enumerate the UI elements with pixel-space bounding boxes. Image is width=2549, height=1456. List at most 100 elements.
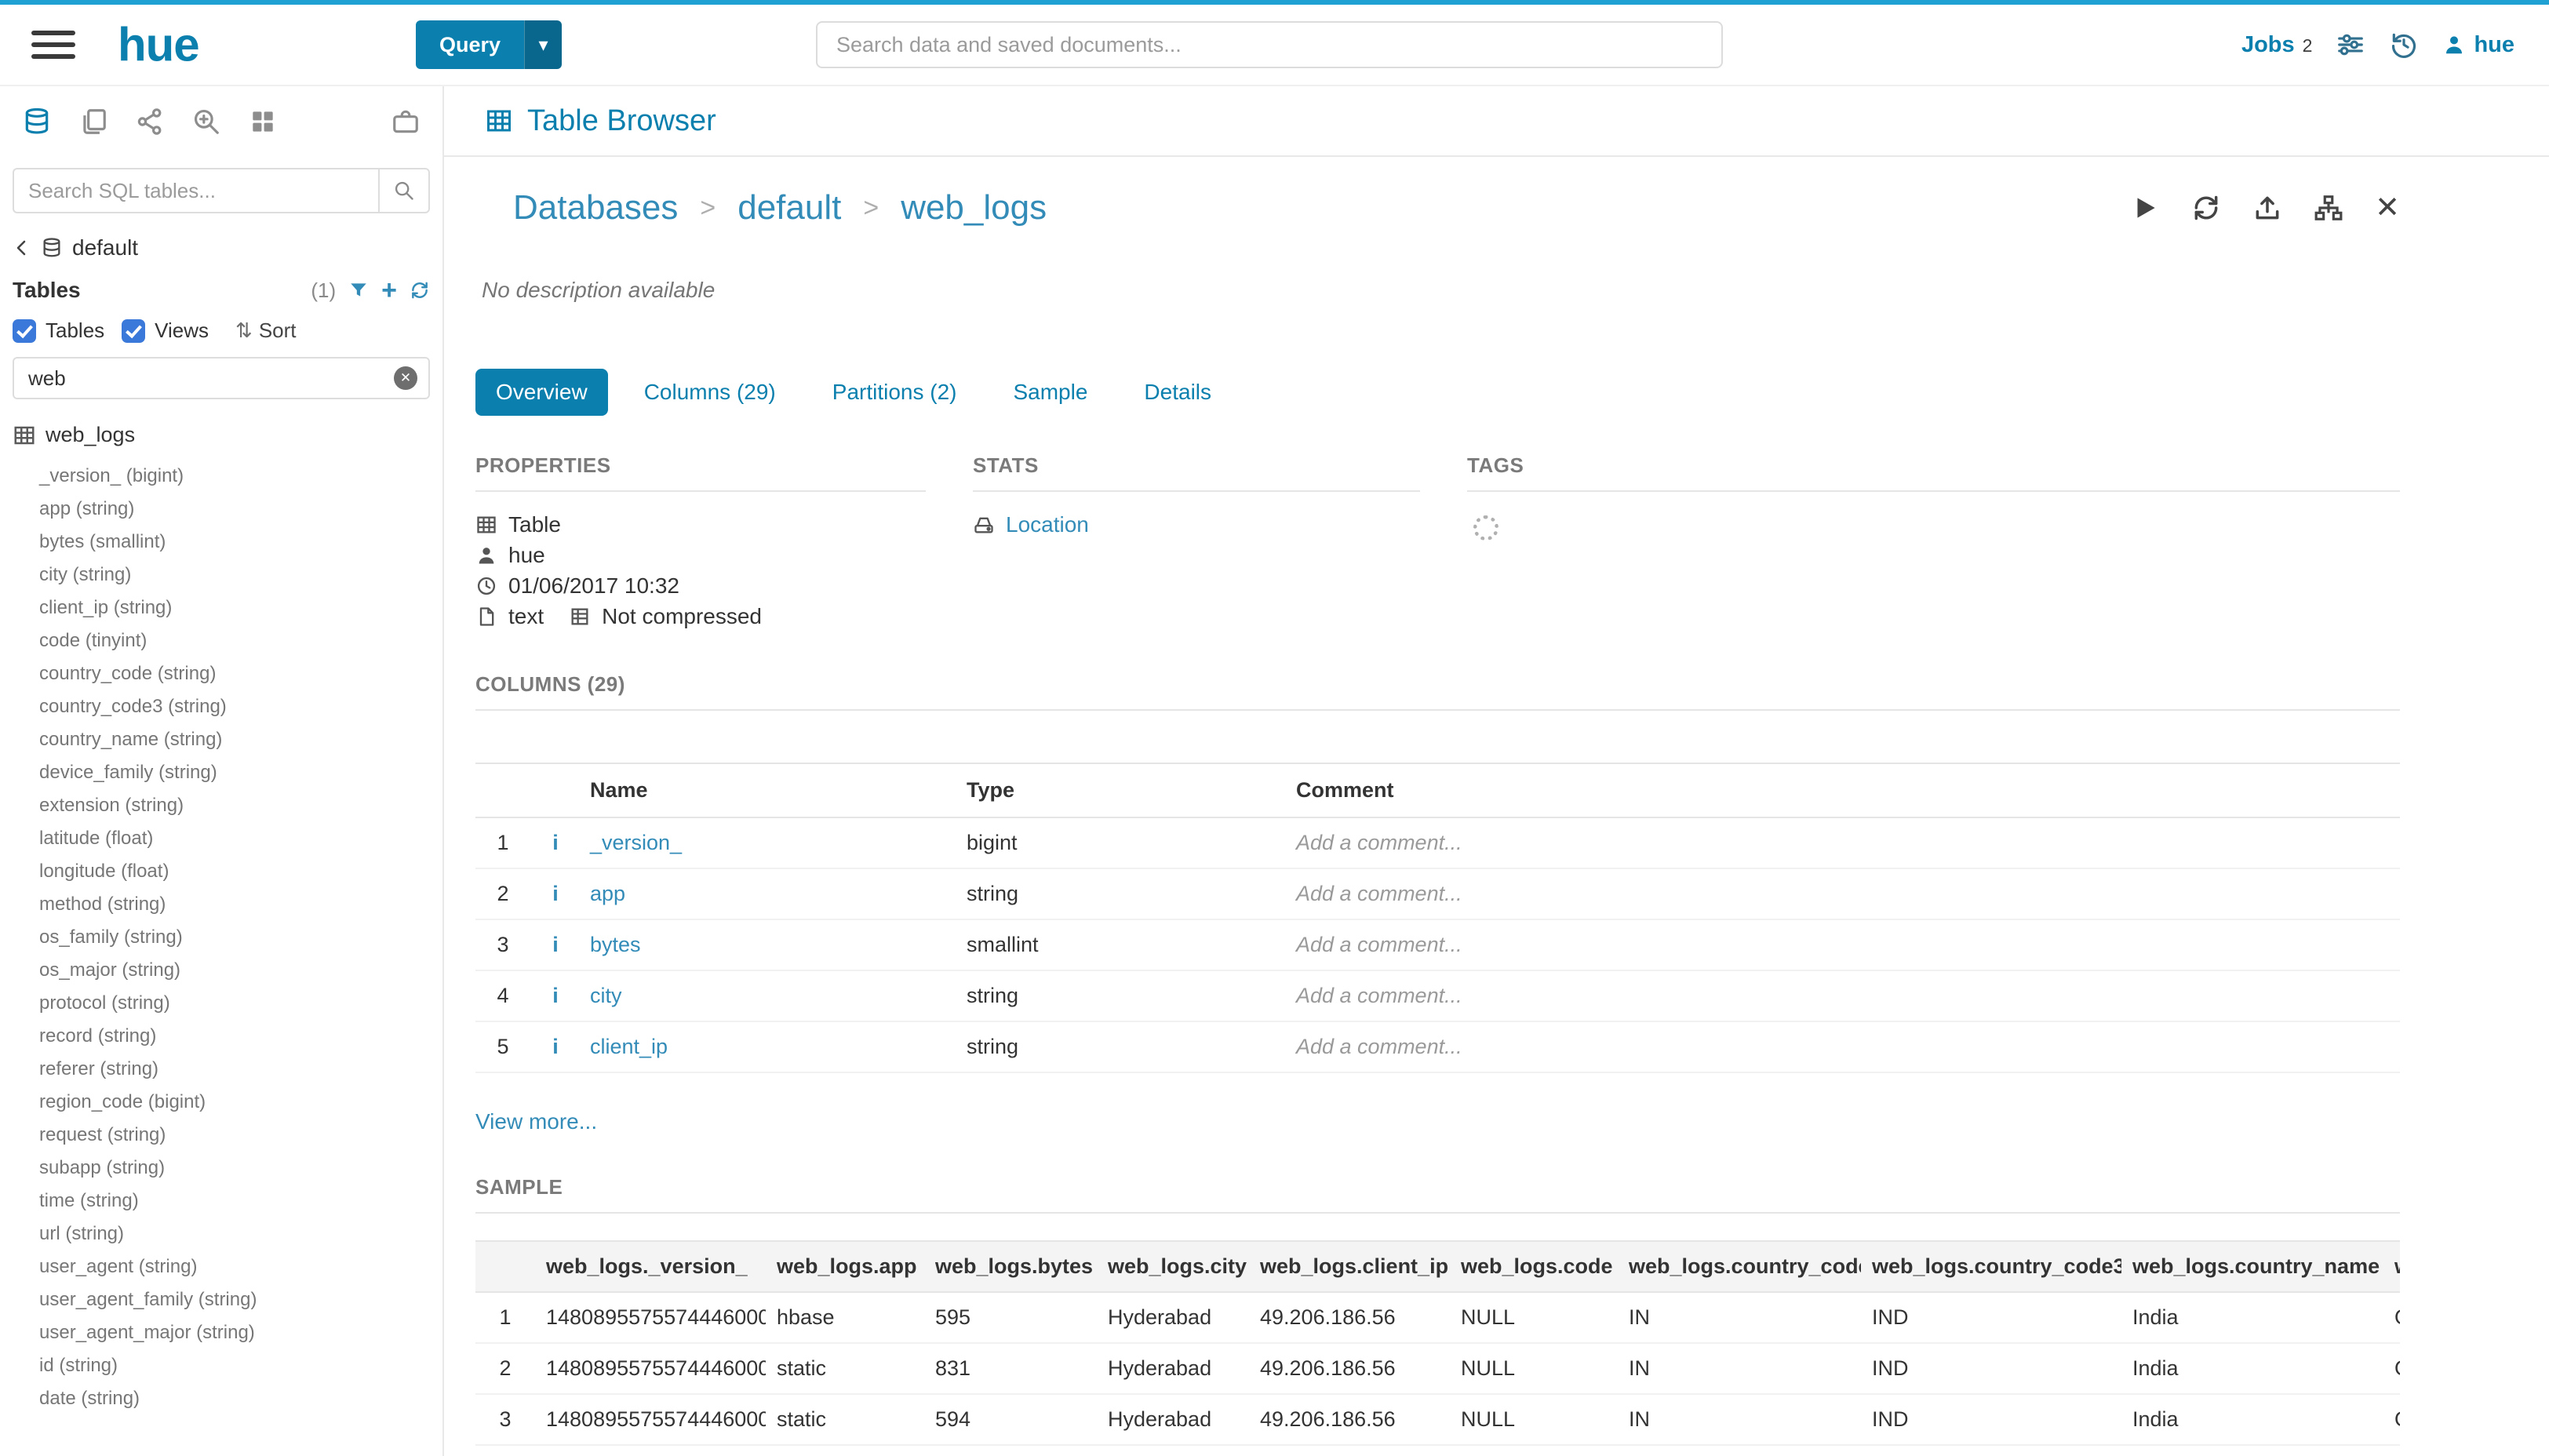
sidebar-column-item[interactable]: user_agent_major (string)	[0, 1316, 442, 1349]
tab-columns[interactable]: Columns (29)	[624, 369, 796, 416]
tables-checkbox[interactable]	[13, 319, 36, 343]
jobs-link[interactable]: Jobs 2	[2241, 32, 2312, 58]
sidebar-column-item[interactable]: _version_ (bigint)	[0, 460, 442, 493]
sidebar-column-item[interactable]: referer (string)	[0, 1053, 442, 1086]
column-info-cell[interactable]: i	[530, 1021, 581, 1072]
sidebar-column-item[interactable]: country_code (string)	[0, 657, 442, 690]
sidebar-column-item[interactable]: code (tinyint)	[0, 624, 442, 657]
column-name-link[interactable]: _version_	[590, 831, 682, 854]
share-nodes-icon[interactable]	[135, 107, 165, 136]
lineage-sitemap-icon[interactable]	[2314, 193, 2343, 223]
info-icon[interactable]: i	[552, 882, 559, 905]
sidebar-column-item[interactable]: date (string)	[0, 1382, 442, 1415]
column-name-link[interactable]: bytes	[590, 933, 641, 956]
assist-search-input[interactable]	[13, 168, 378, 213]
location-link[interactable]: Location	[1006, 512, 1089, 537]
sidebar-column-item[interactable]: country_name (string)	[0, 723, 442, 756]
close-icon[interactable]: ✕	[2375, 193, 2400, 223]
settings-sliders-icon[interactable]	[2336, 30, 2365, 60]
comment-placeholder[interactable]: Add a comment...	[1296, 984, 1462, 1007]
query-button[interactable]: Query ▾	[416, 20, 562, 69]
database-name[interactable]: default	[72, 235, 138, 260]
table-entry-web-logs[interactable]: web_logs	[0, 406, 442, 455]
sort-toggle[interactable]: ⇅ Sort	[235, 318, 296, 343]
column-info-cell[interactable]: i	[530, 817, 581, 868]
user-menu[interactable]: hue	[2442, 32, 2514, 58]
tab-sample[interactable]: Sample	[992, 369, 1108, 416]
tab-partitions[interactable]: Partitions (2)	[812, 369, 978, 416]
refresh-metadata-icon[interactable]	[2191, 193, 2221, 223]
filter-funnel-icon[interactable]	[348, 280, 369, 300]
sidebar-column-item[interactable]: extension (string)	[0, 789, 442, 822]
database-icon[interactable]	[22, 107, 52, 136]
sidebar-column-item[interactable]: user_agent_family (string)	[0, 1283, 442, 1316]
info-icon[interactable]: i	[552, 933, 559, 956]
column-info-cell[interactable]: i	[530, 868, 581, 919]
global-search-input[interactable]	[816, 21, 1723, 68]
sidebar-column-item[interactable]: request (string)	[0, 1119, 442, 1152]
sidebar-column-item[interactable]: user_agent (string)	[0, 1250, 442, 1283]
table-filter-input[interactable]	[13, 357, 430, 399]
info-icon[interactable]: i	[552, 1035, 559, 1058]
add-icon[interactable]: +	[381, 280, 397, 300]
query-play-icon[interactable]	[2130, 193, 2160, 223]
column-name-link[interactable]: app	[590, 882, 625, 905]
comment-placeholder[interactable]: Add a comment...	[1296, 882, 1462, 905]
column-comment-cell[interactable]: Add a comment...	[1287, 919, 2400, 970]
refresh-icon[interactable]	[410, 280, 430, 300]
assist-search-button[interactable]	[378, 168, 430, 213]
sidebar-column-item[interactable]: os_major (string)	[0, 954, 442, 987]
hamburger-menu-icon[interactable]	[31, 31, 75, 59]
sidebar-column-item[interactable]: subapp (string)	[0, 1152, 442, 1185]
column-info-cell[interactable]: i	[530, 919, 581, 970]
sidebar-column-item[interactable]: device_family (string)	[0, 756, 442, 789]
documents-icon[interactable]	[78, 107, 108, 136]
column-name-link[interactable]: client_ip	[590, 1035, 668, 1058]
column-info-cell[interactable]: i	[530, 970, 581, 1021]
sidebar-column-item[interactable]: app (string)	[0, 493, 442, 526]
views-checkbox[interactable]	[122, 319, 145, 343]
import-upload-icon[interactable]	[2252, 193, 2282, 223]
info-icon[interactable]: i	[552, 831, 559, 854]
sidebar-column-item[interactable]: bytes (smallint)	[0, 526, 442, 559]
sidebar-column-item[interactable]: region_code (bigint)	[0, 1086, 442, 1119]
tables-checkbox-label[interactable]: Tables	[46, 318, 104, 343]
info-icon[interactable]: i	[552, 984, 559, 1007]
sidebar-column-item[interactable]: latitude (float)	[0, 822, 442, 855]
back-chevron-icon[interactable]	[13, 238, 31, 257]
tab-details[interactable]: Details	[1123, 369, 1232, 416]
zoom-plus-icon[interactable]	[191, 107, 221, 136]
sidebar-column-item[interactable]: longitude (float)	[0, 855, 442, 888]
sidebar-column-item[interactable]: os_family (string)	[0, 921, 442, 954]
tab-overview[interactable]: Overview	[475, 369, 608, 416]
sidebar-column-item[interactable]: country_code3 (string)	[0, 690, 442, 723]
breadcrumb-default[interactable]: default	[737, 188, 841, 228]
table-description[interactable]: No description available	[482, 278, 2549, 303]
query-button-label[interactable]: Query	[416, 20, 524, 69]
sidebar-column-item[interactable]: client_ip (string)	[0, 592, 442, 624]
breadcrumb-web-logs[interactable]: web_logs	[901, 188, 1047, 228]
view-more-link[interactable]: View more...	[475, 1109, 597, 1134]
column-comment-cell[interactable]: Add a comment...	[1287, 1021, 2400, 1072]
comment-placeholder[interactable]: Add a comment...	[1296, 1035, 1462, 1058]
apps-grid-icon[interactable]	[248, 107, 278, 136]
column-comment-cell[interactable]: Add a comment...	[1287, 970, 2400, 1021]
comment-placeholder[interactable]: Add a comment...	[1296, 831, 1462, 854]
sidebar-column-item[interactable]: record (string)	[0, 1020, 442, 1053]
views-checkbox-label[interactable]: Views	[155, 318, 209, 343]
column-name-cell[interactable]: client_ip	[581, 1021, 957, 1072]
briefcase-icon[interactable]	[391, 107, 421, 136]
column-comment-cell[interactable]: Add a comment...	[1287, 868, 2400, 919]
column-name-cell[interactable]: _version_	[581, 817, 957, 868]
sidebar-column-item[interactable]: protocol (string)	[0, 987, 442, 1020]
history-icon[interactable]	[2389, 30, 2419, 60]
breadcrumb-databases[interactable]: Databases	[513, 188, 678, 228]
column-name-link[interactable]: city	[590, 984, 622, 1007]
column-name-cell[interactable]: bytes	[581, 919, 957, 970]
sidebar-column-item[interactable]: method (string)	[0, 888, 442, 921]
column-name-cell[interactable]: app	[581, 868, 957, 919]
sidebar-column-item[interactable]: time (string)	[0, 1185, 442, 1218]
clear-filter-icon[interactable]: ✕	[394, 366, 417, 390]
column-comment-cell[interactable]: Add a comment...	[1287, 817, 2400, 868]
query-dropdown-caret[interactable]: ▾	[524, 20, 562, 69]
